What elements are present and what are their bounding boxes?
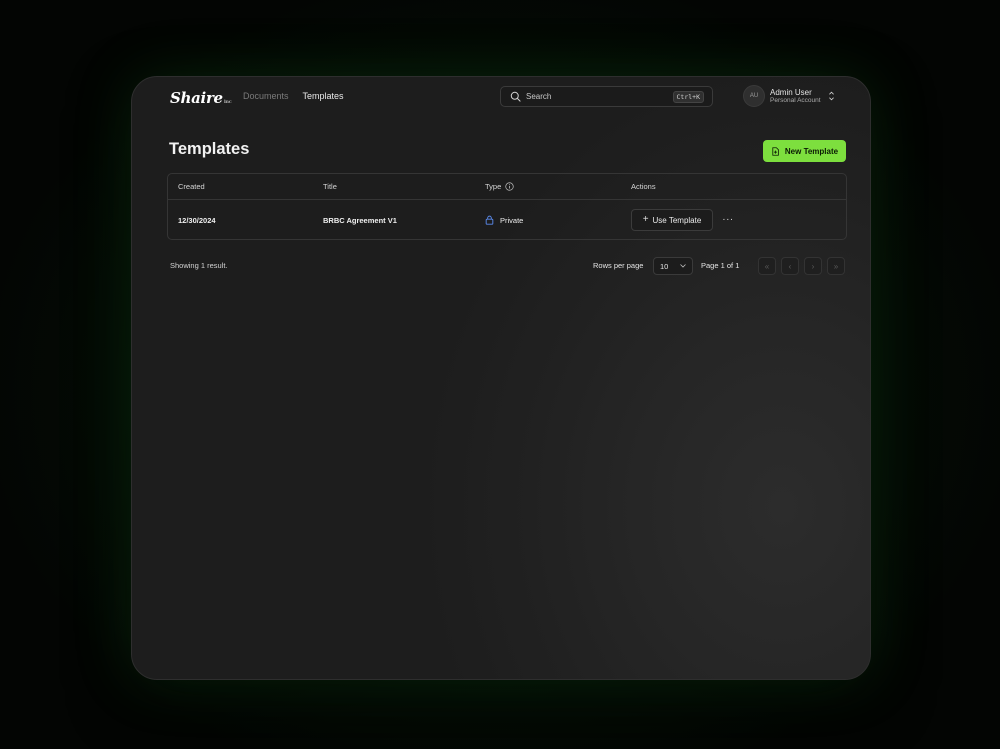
- nav-templates[interactable]: Templates: [303, 91, 344, 101]
- info-icon[interactable]: [505, 182, 514, 191]
- logo-text: Shaire: [170, 89, 223, 107]
- last-page-button[interactable]: »: [827, 257, 845, 275]
- avatar: AU: [743, 85, 765, 107]
- new-template-button[interactable]: New Template: [763, 140, 846, 162]
- row-type-label: Private: [500, 215, 524, 225]
- row-title[interactable]: BRBC Agreement V1: [323, 200, 397, 239]
- top-header: Shaireinc Documents Templates Search Ctr…: [132, 77, 870, 119]
- main-nav: Documents Templates: [243, 91, 344, 101]
- lock-icon: [485, 215, 494, 225]
- rows-per-page-value: 10: [660, 261, 669, 271]
- logo-sub: inc: [223, 99, 232, 105]
- row-type: Private: [485, 200, 524, 239]
- page-info: Page 1 of 1: [701, 261, 740, 270]
- search-label: Search: [526, 92, 552, 101]
- account-switcher[interactable]: AU Admin User Personal Account: [743, 85, 835, 107]
- row-created: 12/30/2024: [178, 215, 216, 225]
- plus-icon: +: [642, 214, 649, 225]
- header-type-label: Type: [485, 182, 502, 191]
- file-plus-icon: [772, 146, 779, 156]
- account-subtitle: Personal Account: [770, 96, 821, 104]
- app-logo[interactable]: Shaireinc: [170, 89, 232, 107]
- rows-per-page-select[interactable]: 10: [653, 257, 693, 275]
- chevrons-up-down-icon: [828, 91, 834, 101]
- first-page-button[interactable]: «: [758, 257, 776, 275]
- templates-table: Created Title Type Actions 12/30/2024 BR…: [167, 173, 847, 240]
- header-created[interactable]: Created: [178, 174, 205, 199]
- rows-per-page-label: Rows per page: [593, 261, 644, 270]
- table-row[interactable]: 12/30/2024 BRBC Agreement V1 Private + U…: [168, 200, 846, 239]
- chevron-down-icon: [680, 264, 686, 268]
- search-shortcut: Ctrl+K: [672, 90, 704, 103]
- previous-page-button[interactable]: ‹: [781, 257, 799, 275]
- header-title[interactable]: Title: [323, 174, 337, 199]
- app-window: Shaireinc Documents Templates Search Ctr…: [131, 76, 871, 680]
- use-template-label: Use Template: [652, 215, 702, 225]
- nav-documents[interactable]: Documents: [243, 91, 289, 101]
- header-type[interactable]: Type: [485, 174, 514, 199]
- page-title: Templates: [169, 140, 250, 158]
- use-template-button[interactable]: + Use Template: [631, 209, 713, 231]
- account-name: Admin User: [770, 87, 812, 97]
- table-header: Created Title Type Actions: [168, 174, 846, 200]
- more-actions-icon[interactable]: ···: [720, 211, 736, 227]
- new-template-label: New Template: [784, 146, 839, 156]
- header-actions: Actions: [631, 182, 656, 191]
- result-count: Showing 1 result.: [170, 261, 228, 270]
- search-icon: [510, 91, 521, 102]
- next-page-button[interactable]: ›: [804, 257, 822, 275]
- search-button[interactable]: Search Ctrl+K: [500, 86, 713, 107]
- account-text: Admin User Personal Account: [770, 88, 821, 105]
